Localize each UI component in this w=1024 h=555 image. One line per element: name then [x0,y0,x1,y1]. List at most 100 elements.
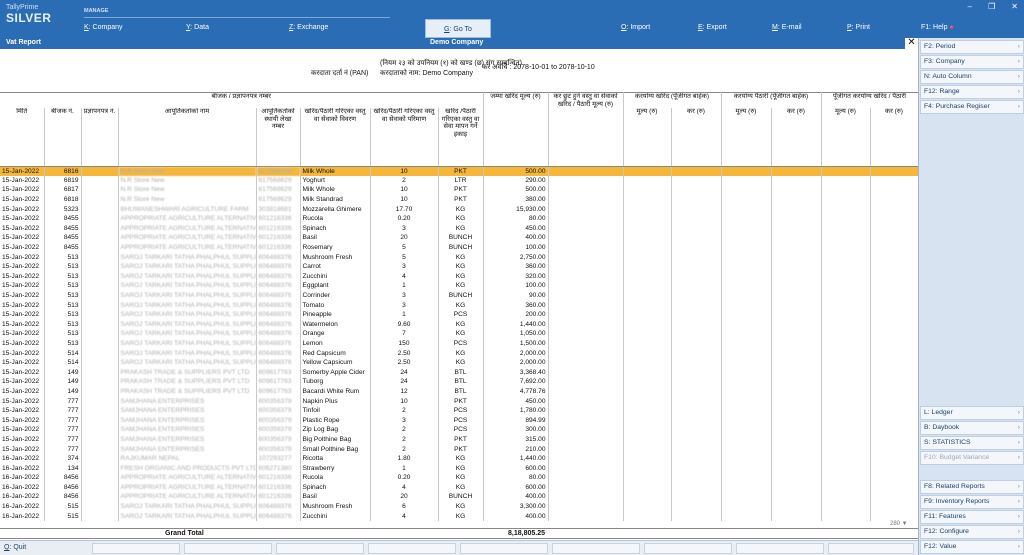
menu-print[interactable]: P: Print [847,24,870,31]
table-row[interactable]: 15-Jan-2022 8455 APPROPRIATE AGRICULTURE A… [0,242,918,253]
table-row[interactable]: 15-Jan-2022 513 SAROJ TARKARI TATHA PHALPH… [0,329,918,339]
menu-export[interactable]: E: Export [698,24,727,31]
cell-empty [821,415,871,426]
table-row[interactable]: 15-Jan-2022 149 PRAKASH TRADE & SUPPLIERS … [0,386,918,397]
table-row[interactable]: 15-Jan-2022 777 SAMJHANA ENTERPRISES 600356… [0,434,918,445]
panel-button-range[interactable]: F12: Range › [920,85,1024,99]
cell-empty [870,367,918,378]
cell-empty [870,329,918,339]
bottom-slot[interactable] [828,543,914,554]
table-row[interactable]: 15-Jan-2022 777 SAMJHANA ENTERPRISES 600356… [0,396,918,406]
close-report-icon[interactable]: ✕ [905,38,918,49]
table-row[interactable]: 16-Jan-2022 8456 APPROPRIATE AGRICULTURE A… [0,492,918,502]
cell-supplier: SAMJHANA ENTERPRISES [118,444,257,454]
quit-button[interactable]: Q: Quit [4,544,26,551]
table-row[interactable]: 15-Jan-2022 6818 N.R Store New 617568629 Mil… [0,194,918,205]
bottom-slot[interactable] [92,543,180,554]
table-row[interactable]: 15-Jan-2022 513 SAROJ TARKARI TATHA PHALPH… [0,290,918,301]
panel-button-features[interactable]: F11: Features › [920,510,1024,524]
minimize-icon[interactable]: – [968,2,972,11]
menu-import[interactable]: O: Import [621,24,650,31]
panel-button-statistics[interactable]: S: STATISTICS › [920,436,1024,450]
table-row[interactable]: 15-Jan-2022 513 SAROJ TARKARI TATHA PHALPH… [0,252,918,262]
table-row[interactable]: 15-Jan-2022 149 PRAKASH TRADE & SUPPLIERS … [0,367,918,378]
table-row[interactable]: 15-Jan-2022 513 SAROJ TARKARI TATHA PHALPH… [0,309,918,320]
cell-amt: 450.00 [483,396,549,406]
table-row[interactable]: 15-Jan-2022 5323 BHUWANESHWARI AGRICULTURE… [0,204,918,214]
menu-email[interactable]: M: E-mail [772,24,802,31]
bottom-slot[interactable] [276,543,364,554]
table-row[interactable]: 15-Jan-2022 513 SAROJ TARKARI TATHA PHALPH… [0,271,918,282]
panel-button-company[interactable]: F3: Company ‹ [920,55,1024,69]
table-row[interactable]: 15-Jan-2022 513 SAROJ TARKARI TATHA PHALPH… [0,338,918,349]
table-row[interactable]: 15-Jan-2022 513 SAROJ TARKARI TATHA PHALPH… [0,300,918,310]
table-row[interactable]: 16-Jan-2022 8456 APPROPRIATE AGRICULTURE A… [0,473,918,483]
table-row[interactable]: 16-Jan-2022 515 SAROJ TARKARI TATHA PHALPH… [0,501,918,512]
cell-supplier: SAMJHANA ENTERPRISES [118,396,257,406]
cell-pan: 601216336 [256,482,301,493]
table-row[interactable]: 15-Jan-2022 8455 APPROPRIATE AGRICULTURE A… [0,233,918,243]
table-row[interactable]: 15-Jan-2022 514 SAROJ TARKARI TATHA PHALPH… [0,357,918,368]
table-row[interactable]: 15-Jan-2022 8455 APPROPRIATE AGRICULTURE A… [0,223,918,234]
table-row[interactable]: 15-Jan-2022 777 SAMJHANA ENTERPRISES 600356… [0,444,918,454]
menu-data[interactable]: Y: Data [186,24,209,31]
table-row[interactable]: 15-Jan-2022 513 SAROJ TARKARI TATHA PHALPH… [0,261,918,272]
cell-supplier: SAROJ TARKARI TATHA PHALPHUL SUPPLIERS [118,290,257,301]
panel-button-value[interactable]: F12: Value › [920,540,1024,554]
cell-amt: 3,368.40 [483,367,549,378]
table-row[interactable]: 15-Jan-2022 6819 N.R Store New 617568629 Yog… [0,175,918,186]
cell-empty [548,300,624,310]
bottom-slot[interactable] [552,543,640,554]
table-row[interactable]: 15-Jan-2022 514 SAROJ TARKARI TATHA PHALPH… [0,348,918,358]
bottom-slot[interactable] [736,543,824,554]
taxable-import-header: करयोग्य पैठारी (पूँजीगत बाहेक) [721,92,822,108]
cell-empty [623,300,672,310]
panel-button-budget-variance[interactable]: F10: Budget Variance › [920,451,1024,465]
panel-button-purchase-regiser[interactable]: F4: Purchase Regiser › [920,100,1024,114]
panel-button-period[interactable]: F2: Period ‹ [920,40,1024,54]
table-row[interactable]: 15-Jan-2022 8455 APPROPRIATE AGRICULTURE A… [0,213,918,224]
menu-help[interactable]: F1: Help ● [921,24,954,31]
table-row[interactable]: 16-Jan-2022 515 SAROJ TARKARI TATHA PHALPH… [0,511,918,521]
cell-unit: PCS [438,415,484,426]
cell-empty [548,463,624,473]
cell-qty: 7 [370,329,439,339]
cell-item: Tuborg [300,377,371,387]
menu-goto[interactable]: G: Go To [425,19,491,38]
table-row[interactable]: 15-Jan-2022 6816 N.R Store New 617568629 Mil… [0,166,918,176]
panel-button-related-reports[interactable]: F8: Related Reports › [920,480,1024,494]
table-row[interactable]: 15-Jan-2022 777 SAMJHANA ENTERPRISES 600356… [0,405,918,416]
close-window-icon[interactable]: ✕ [1011,2,1018,11]
restore-icon[interactable]: ❐ [988,2,995,11]
cell-inv: 777 [44,396,82,406]
table-row[interactable]: 15-Jan-2022 777 SAMJHANA ENTERPRISES 600356… [0,425,918,435]
menu-exchange[interactable]: Z: Exchange [289,24,328,31]
table-row[interactable]: 15-Jan-2022 149 PRAKASH TRADE & SUPPLIERS … [0,377,918,387]
table-row[interactable]: 16-Jan-2022 8456 APPROPRIATE AGRICULTURE A… [0,482,918,493]
bottom-slot[interactable] [460,543,548,554]
table-row[interactable]: 15-Jan-2022 777 SAMJHANA ENTERPRISES 600356… [0,415,918,426]
panel-button-ledger[interactable]: L: Ledger › [920,406,1024,420]
table-row[interactable]: 15-Jan-2022 513 SAROJ TARKARI TATHA PHALPH… [0,281,918,291]
cell-empty [771,415,822,426]
cell-supplier: PRAKASH TRADE & SUPPLIERS PVT LTD [118,367,257,378]
panel-button-configure[interactable]: F12: Configure › [920,525,1024,539]
cell-empty [721,166,772,176]
table-row[interactable]: 15-Jan-2022 6817 N.R Store New 617568629 Mil… [0,185,918,195]
cell-inv: 8456 [44,492,82,502]
panel-button-auto-column[interactable]: N: Auto Column › [920,70,1024,84]
table-row[interactable]: 16-Jan-2022 374 RAJKUMAR NEPAL 107293277 Ric… [0,453,918,464]
cell-empty [671,367,722,378]
table-row[interactable]: 16-Jan-2022 134 FRESH ORGANIC AND PRODUCTS… [0,463,918,473]
bottom-slot[interactable] [368,543,456,554]
cell-empty [771,377,822,387]
panel-button-daybook[interactable]: B: Daybook › [920,421,1024,435]
menu-company[interactable]: K: Company [84,24,123,31]
cell-item: Mushroom Fresh [300,252,371,262]
panel-button-inventory-reports[interactable]: F9: Inventory Reports › [920,495,1024,509]
bottom-slot[interactable] [184,543,272,554]
bottom-slot[interactable] [644,543,732,554]
table-row[interactable]: 15-Jan-2022 513 SAROJ TARKARI TATHA PHALPH… [0,319,918,330]
cell-inv: 8455 [44,213,82,224]
cell-inv: 8455 [44,242,82,253]
